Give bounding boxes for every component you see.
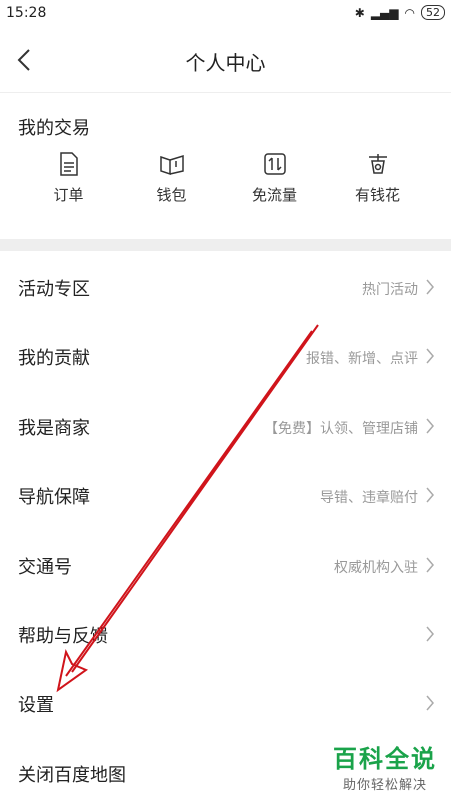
watermark-title: 百科全说 (333, 745, 437, 773)
menu-item-label: 活动专区 (18, 279, 90, 300)
menu-item-label: 交通号 (18, 556, 72, 578)
menu-item-traffic-account[interactable]: 交通号 权威机构入驻 (0, 529, 451, 598)
menu-item-label: 我是商家 (18, 417, 90, 439)
menu-item-hint: 【免费】认领、管理店铺 (264, 420, 418, 437)
trade-item-wallet[interactable]: 钱包 (120, 151, 223, 205)
menu-item-label: 导航保障 (18, 487, 90, 509)
menu-item-navigation-guarantee[interactable]: 导航保障 导错、违章赔付 (0, 459, 451, 528)
my-trade-section: 我的交易 订单 钱包 免流量 有钱花 (0, 93, 451, 239)
menu-item-merchant[interactable]: 我是商家 【免费】认领、管理店铺 (0, 390, 451, 459)
status-icons: ✱ ▂▄▆ ◠ 52 (355, 5, 445, 20)
page-title: 个人中心 (185, 51, 266, 75)
document-icon (59, 152, 78, 176)
menu-item-contribution[interactable]: 我的贡献 报错、新增、点评 (0, 320, 451, 389)
chevron-right-icon (426, 348, 434, 364)
battery-icon: 52 (421, 5, 445, 20)
menu-item-settings[interactable]: 设置 (0, 667, 451, 736)
trade-item-label: 免流量 (251, 186, 297, 204)
wifi-icon: ◠ (404, 5, 415, 20)
menu-item-help-feedback[interactable]: 帮助与反馈 (0, 598, 451, 667)
menu-list: 活动专区 热门活动 我的贡献 报错、新增、点评 我是商家 【免费】认领、管理店铺… (0, 251, 451, 806)
chevron-right-icon (426, 487, 434, 503)
trade-item-order[interactable]: 订单 (17, 151, 120, 205)
nav-bar: 个人中心 (0, 28, 451, 93)
menu-item-label: 设置 (18, 695, 54, 717)
section-divider (0, 239, 451, 251)
menu-item-hint: 报错、新增、点评 (306, 351, 418, 368)
trade-item-label: 订单 (53, 186, 84, 204)
chevron-right-icon (426, 626, 434, 642)
status-bar: 15:28 ✱ ▂▄▆ ◠ 52 (0, 0, 451, 28)
menu-item-hint: 热门活动 (362, 282, 418, 298)
menu-item-hint: 导错、违章赔付 (320, 490, 418, 507)
data-swap-icon (263, 153, 286, 175)
wallet-icon (159, 154, 184, 176)
chevron-right-icon (426, 557, 434, 573)
trade-item-free-data[interactable]: 免流量 (223, 151, 326, 205)
bluetooth-icon: ✱ (354, 5, 365, 20)
menu-item-label: 关闭百度地图 (18, 764, 126, 786)
menu-item-label: 帮助与反馈 (18, 625, 108, 647)
trade-item-credit[interactable]: 有钱花 (326, 151, 429, 205)
trade-item-label: 有钱花 (354, 186, 400, 204)
status-time: 15:28 (6, 5, 47, 21)
trade-item-label: 钱包 (156, 186, 187, 204)
signal-icon: ▂▄▆ (370, 5, 399, 20)
menu-item-label: 我的贡献 (18, 348, 90, 370)
chevron-right-icon (426, 418, 434, 434)
watermark-subtitle: 助你轻松解决 (342, 778, 427, 793)
menu-item-activity[interactable]: 活动专区 热门活动 (0, 251, 451, 320)
money-icon (368, 154, 387, 174)
watermark-logo: 百科全说 助你轻松解决 (333, 739, 437, 793)
chevron-right-icon (426, 695, 434, 711)
trade-title: 我的交易 (18, 118, 90, 139)
chevron-right-icon (426, 279, 434, 295)
menu-item-hint: 权威机构入驻 (334, 559, 418, 576)
